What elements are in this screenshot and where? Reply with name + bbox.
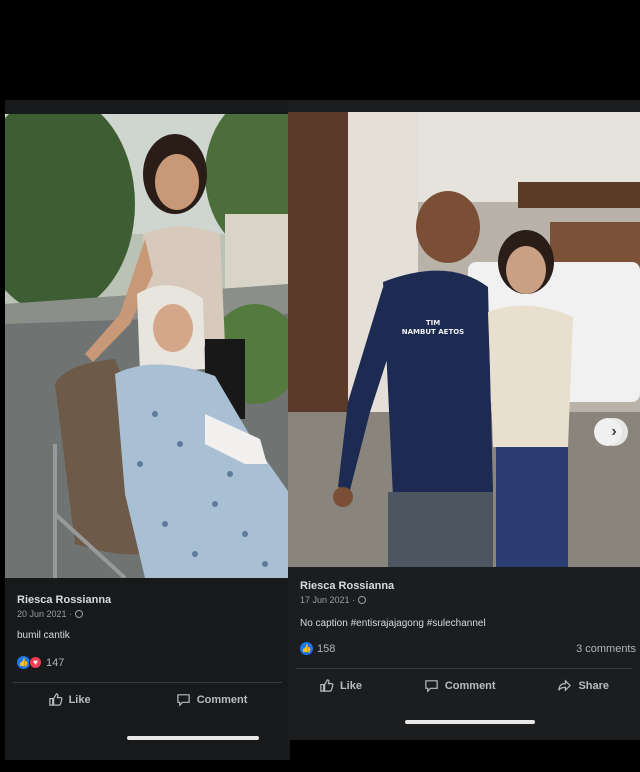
photo-two-women-outdoors <box>5 114 290 578</box>
post-actions: Like Comment Share <box>288 678 640 693</box>
post-photo-right[interactable]: TIM NAMBUT AETOS <box>288 112 640 567</box>
comment-button[interactable]: Comment <box>424 678 496 693</box>
author-name[interactable]: Riesca Rossianna <box>300 580 394 592</box>
reactions-summary[interactable]: 👍 158 <box>300 642 335 655</box>
globe-icon <box>75 610 84 618</box>
post-caption: No caption #entisrajajagong #sulechannel <box>300 618 486 629</box>
facebook-post-right: TIM NAMBUT AETOS › Riesca Rossianna 17 J… <box>288 100 640 740</box>
top-black-area <box>0 0 640 100</box>
like-button[interactable]: Like <box>48 692 91 707</box>
home-indicator <box>405 720 535 724</box>
like-button[interactable]: Like <box>319 678 362 693</box>
comment-button[interactable]: Comment <box>176 692 248 707</box>
post-date-text: 17 Jun 2021 · <box>300 595 356 605</box>
comment-label: Comment <box>444 679 496 692</box>
thumbs-up-icon <box>48 693 63 706</box>
share-button[interactable]: Share <box>557 678 609 693</box>
like-label: Like <box>339 679 362 692</box>
love-reaction-icon: ♥ <box>29 656 42 669</box>
like-reaction-icon: 👍 <box>300 642 313 655</box>
post-meta-left: Riesca Rossianna 20 Jun 2021 · <box>17 594 111 619</box>
post-date: 17 Jun 2021 · <box>300 595 394 605</box>
comment-label: Comment <box>196 693 248 706</box>
divider <box>13 682 282 683</box>
post-actions: Like Comment <box>5 692 290 707</box>
shirt-text-line2: NAMBUT AETOS <box>401 328 465 337</box>
comments-count[interactable]: 3 comments <box>576 643 636 655</box>
photo-man-and-woman-indoors <box>288 112 640 567</box>
reaction-count: 147 <box>46 656 65 669</box>
post-meta-right: Riesca Rossianna 17 Jun 2021 · <box>300 580 394 605</box>
thumbs-up-icon <box>320 679 334 692</box>
author-name[interactable]: Riesca Rossianna <box>17 594 111 606</box>
post-date: 20 Jun 2021 · <box>17 609 111 619</box>
reaction-count: 158 <box>317 642 336 655</box>
post-caption: bumil cantik <box>17 630 70 641</box>
share-label: Share <box>578 679 610 692</box>
shirt-text-line1: TIM <box>425 319 441 327</box>
reactions-summary[interactable]: 👍 ♥ 147 <box>17 656 64 669</box>
comment-bubble-icon <box>176 694 190 707</box>
post-date-text: 20 Jun 2021 · <box>17 609 73 619</box>
globe-icon <box>358 596 367 604</box>
like-label: Like <box>68 693 91 706</box>
share-arrow-icon <box>558 679 572 692</box>
divider <box>296 668 632 669</box>
chevron-right-icon[interactable]: › <box>600 418 628 446</box>
comment-bubble-icon <box>425 680 438 693</box>
home-indicator <box>127 736 259 740</box>
post-photo-left[interactable] <box>5 114 290 578</box>
shirt-print: TIM NAMBUT AETOS <box>398 319 468 337</box>
facebook-post-left: Riesca Rossianna 20 Jun 2021 · bumil can… <box>5 100 290 760</box>
